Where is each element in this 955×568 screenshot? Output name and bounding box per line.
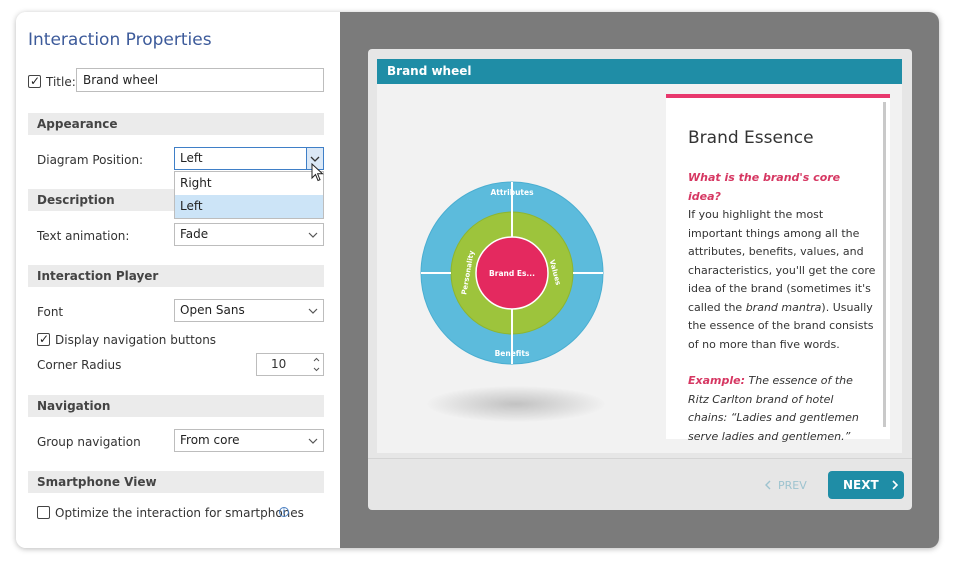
brand-essence-card: Brand Essence What is the brand's core i… [666, 94, 890, 443]
prev-button[interactable]: PREV [764, 479, 807, 492]
dropdown-option-left[interactable]: Left [175, 195, 323, 218]
display-nav-checkbox[interactable]: ✓ [37, 332, 50, 346]
text-animation-value: Fade [180, 227, 209, 241]
preview-title: Brand wheel [377, 59, 902, 84]
brand-wheel-diagram[interactable]: Brand Es... Attributes Benefits Personal… [419, 180, 605, 366]
diagram-position-label: Diagram Position: [37, 153, 144, 167]
chevron-down-icon [308, 308, 318, 314]
optimize-smartphone-label: Optimize the interaction for smartphones [55, 506, 304, 520]
optimize-smartphone-checkbox[interactable] [37, 506, 50, 519]
interaction-player-header: Interaction Player [28, 265, 324, 287]
text-animation-select[interactable]: Fade [174, 223, 324, 246]
next-label: NEXT [843, 478, 879, 492]
font-select[interactable]: Open Sans [174, 299, 324, 322]
info-icon[interactable]: i [279, 507, 289, 517]
font-label: Font [37, 305, 64, 319]
corner-radius-label: Corner Radius [37, 358, 122, 372]
card-body: What is the brand's core idea? If you hi… [688, 169, 876, 446]
stepper-arrows-icon[interactable] [312, 355, 321, 374]
card-example-label: Example: [688, 374, 745, 387]
group-navigation-select[interactable]: From core [174, 429, 324, 452]
title-checkbox[interactable]: ✓ [28, 74, 41, 88]
card-body-part-1: If you highlight the most important thin… [688, 208, 876, 314]
wheel-shadow [427, 386, 605, 422]
mouse-cursor-icon [311, 163, 324, 182]
properties-panel: Interaction Properties ✓ Title: Brand wh… [16, 12, 340, 548]
card-body-emphasis: brand mantra [745, 300, 822, 314]
group-navigation-label: Group navigation [37, 435, 141, 449]
group-navigation-value: From core [180, 433, 240, 447]
interaction-properties-window: Interaction Properties ✓ Title: Brand wh… [16, 12, 939, 548]
card-title: Brand Essence [688, 128, 814, 148]
corner-radius-value: 10 [271, 357, 287, 371]
title-label: Title: [46, 75, 76, 89]
smartphone-view-header: Smartphone View [28, 471, 324, 493]
prev-label: PREV [778, 479, 807, 492]
card-scrollbar[interactable] [883, 102, 886, 427]
next-button[interactable]: NEXT [828, 471, 904, 499]
corner-radius-stepper[interactable]: 10 [256, 353, 324, 376]
preview-panel: Brand wheel Brand Es... Attributes Benef… [340, 12, 939, 548]
appearance-header: Appearance [28, 113, 324, 135]
center-label: Brand Es... [489, 269, 535, 278]
outer-bottom-label: Benefits [495, 349, 530, 358]
card-question: What is the brand's core idea? [688, 171, 841, 203]
display-nav-label: Display navigation buttons [55, 333, 217, 347]
preview-card: Brand wheel Brand Es... Attributes Benef… [368, 49, 912, 510]
diagram-position-dropdown: Right Left [174, 171, 324, 219]
text-animation-label: Text animation: [37, 229, 130, 243]
chevron-down-icon [308, 232, 318, 238]
outer-top-label: Attributes [490, 188, 534, 197]
diagram-position-select[interactable]: Left [174, 147, 324, 170]
chevron-left-icon [765, 480, 771, 490]
checkmark-icon: ✓ [29, 74, 41, 88]
preview-content: Brand Es... Attributes Benefits Personal… [377, 84, 902, 453]
font-value: Open Sans [180, 303, 245, 317]
checkmark-icon: ✓ [38, 332, 50, 346]
dropdown-option-right[interactable]: Right [175, 172, 323, 195]
panel-title: Interaction Properties [28, 30, 212, 50]
diagram-position-value: Left [180, 151, 203, 165]
chevron-right-icon [892, 480, 899, 490]
chevron-down-icon [308, 438, 318, 444]
title-input[interactable]: Brand wheel [76, 68, 324, 92]
navigation-header: Navigation [28, 395, 324, 417]
footer-divider [368, 458, 912, 459]
